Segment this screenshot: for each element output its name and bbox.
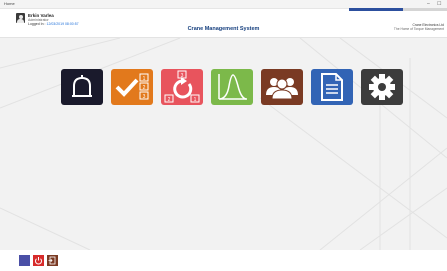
tile-users[interactable] (261, 69, 303, 105)
progress-bar-fill (349, 8, 403, 11)
tile-checklist[interactable]: 1 2 3 (111, 69, 153, 105)
avatar-body (17, 19, 24, 23)
checklist-icon: 1 2 3 (115, 73, 149, 100)
bell-outline-icon (72, 75, 92, 97)
tile-sequence[interactable]: 3 2 1 (161, 69, 203, 105)
gear-icon (369, 74, 395, 100)
power-button[interactable] (33, 253, 44, 266)
company-tagline: The Home of Torque Management (393, 27, 444, 31)
tile-settings[interactable] (361, 69, 403, 105)
sequence-number-right: 1 (194, 97, 197, 103)
tile-reports[interactable] (311, 69, 353, 105)
page-title: Crane Management System (187, 26, 260, 32)
progress-bar (349, 8, 447, 11)
module-tiles: 1 2 3 3 2 1 (61, 69, 403, 105)
blank-button[interactable] (19, 253, 30, 266)
tile-bell[interactable] (61, 69, 103, 105)
main-content: 1 2 3 3 2 1 (0, 38, 447, 250)
avatar-head (18, 14, 23, 19)
exit-button[interactable] (47, 253, 58, 266)
avatar (16, 13, 25, 23)
maximize-button[interactable]: ☐ (437, 0, 441, 8)
minimize-button[interactable]: – (427, 0, 430, 8)
checklist-number-1: 1 (143, 76, 146, 82)
footer-bar (0, 250, 447, 266)
window-title: Home (4, 1, 15, 6)
distribution-curve-icon (218, 74, 247, 100)
tile-curve[interactable] (211, 69, 253, 105)
exit-door-icon (47, 255, 58, 266)
power-icon (33, 255, 44, 266)
checklist-number-3: 3 (143, 94, 146, 100)
sequence-number-left: 2 (168, 97, 171, 103)
blank-tile-icon (19, 255, 30, 266)
refresh-sequence-icon: 3 2 1 (164, 70, 200, 103)
checklist-number-2: 2 (143, 85, 146, 91)
app-header: Erkin Varlea Administrator Logged In : 1… (0, 9, 447, 38)
users-group-icon (266, 78, 298, 100)
document-icon (321, 73, 343, 101)
